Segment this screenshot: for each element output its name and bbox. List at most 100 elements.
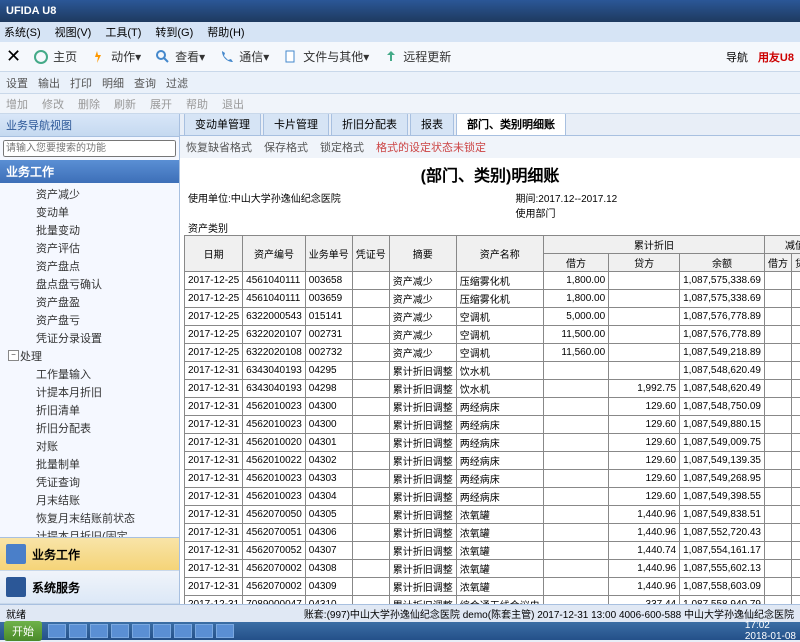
nav-tree[interactable]: 资产减少变动单批量变动资产评估资产盘点盘点盘亏确认资产盘盈资产盘亏凭证分录设置处… [0,183,179,537]
tool-detail[interactable]: 明细 [102,75,124,91]
tab[interactable]: 卡片管理 [263,114,329,135]
brand-label: 用友U8 [758,49,794,65]
tree-item[interactable]: 批量变动 [2,221,177,239]
task-item[interactable] [111,624,129,638]
menubar: 系统(S) 视图(V) 工具(T) 转到(G) 帮助(H) [0,22,800,42]
tool-output[interactable]: 输出 [38,75,60,91]
tree-item[interactable]: 折旧清单 [2,401,177,419]
tree-item[interactable]: 变动单 [2,203,177,221]
table-row[interactable]: 2017-12-31456207005104306累计折旧调整浓氧罐1,440.… [185,524,800,542]
update-button[interactable]: 远程更新 [383,48,451,65]
menu-view[interactable]: 视图(V) [55,24,92,40]
status-date: 2017-12-31 13:00 [537,610,616,621]
asset-type-label: 资产类别 [188,224,228,235]
tree-item[interactable]: 资产盘盈 [2,293,177,311]
tree-item[interactable]: 凭证查询 [2,473,177,491]
tree-item[interactable]: 凭证分录设置 [2,329,177,347]
tree-item[interactable]: 恢复月末结账前状态 [2,509,177,527]
task-item[interactable] [48,624,66,638]
search-icon [155,49,171,65]
table-row[interactable]: 2017-12-31456207005004305累计折旧调整浓氧罐1,440.… [185,506,800,524]
table-row[interactable]: 2017-12-31456207000204308累计折旧调整浓氧罐1,440.… [185,560,800,578]
menu-tools[interactable]: 工具(T) [105,24,141,40]
tree-item[interactable]: 资产评估 [2,239,177,257]
bolt-icon [91,49,107,65]
table-row[interactable]: 2017-12-31456201002304300累计折旧调整两经病床129.6… [185,416,800,434]
comm-button[interactable]: 通信▾ [219,48,269,65]
tool-expand[interactable]: 展开 [150,96,172,112]
task-item[interactable] [174,624,192,638]
sidebar-tab-business[interactable]: 业务工作 [0,538,179,571]
search-input[interactable] [3,140,176,157]
table-row[interactable]: 2017-12-254561040111003658资产减少压缩雾化机1,800… [185,272,800,290]
tab[interactable]: 变动单管理 [184,114,261,135]
file-icon [283,49,299,65]
tree-item[interactable]: 盘点盘亏确认 [2,275,177,293]
data-grid[interactable]: 日期资产编号业务单号凭证号摘要资产名称累计折旧减值准备借方贷方余额借方贷方余额 … [184,235,800,604]
tool-refresh[interactable]: 刷新 [114,96,136,112]
tab[interactable]: 折旧分配表 [331,114,408,135]
topbar: ✕ 主页 动作▾ 查看▾ 通信▾ 文件与其他▾ 远程更新 导航 用友U8 [0,42,800,72]
task-item[interactable] [216,624,234,638]
tree-item[interactable]: 资产减少 [2,185,177,203]
tree-item[interactable]: 批量制单 [2,455,177,473]
task-item[interactable] [69,624,87,638]
task-item[interactable] [132,624,150,638]
menu-system[interactable]: 系统(S) [4,24,41,40]
table-row[interactable]: 2017-12-31456207000204309累计折旧调整浓氧罐1,440.… [185,578,800,596]
table-row[interactable]: 2017-12-254561040111003659资产减少压缩雾化机1,800… [185,290,800,308]
tool-exit[interactable]: 退出 [222,96,244,112]
task-item[interactable] [195,624,213,638]
menu-help[interactable]: 帮助(H) [207,24,244,40]
tool-settings[interactable]: 设置 [6,75,28,91]
sidebar: 业务导航视图 业务工作 资产减少变动单批量变动资产评估资产盘点盘点盘亏确认资产盘… [0,114,180,604]
table-row[interactable]: 2017-12-31708900004704310累计折旧调整综合通无线会议电3… [185,596,800,605]
tree-item[interactable]: 计提本月折旧 [2,383,177,401]
tool-filter[interactable]: 过滤 [166,75,188,91]
tool-help[interactable]: 帮助 [186,96,208,112]
tree-item[interactable]: 工作量输入 [2,365,177,383]
tree-item[interactable]: 处理 [2,347,177,365]
tree-item[interactable]: 资产盘亏 [2,311,177,329]
restore-format[interactable]: 恢复缺省格式 [186,139,252,155]
tab[interactable]: 报表 [410,114,454,135]
tree-item[interactable]: 折旧分配表 [2,419,177,437]
tool-edit[interactable]: 修改 [42,96,64,112]
table-row[interactable]: 2017-12-31456201002304303累计折旧调整两经病床129.6… [185,470,800,488]
table-row[interactable]: 2017-12-31456201002304304累计折旧调整两经病床129.6… [185,488,800,506]
save-format[interactable]: 保存格式 [264,139,308,155]
lock-format[interactable]: 锁定格式 [320,139,364,155]
tool-print[interactable]: 打印 [70,75,92,91]
tree-item[interactable]: 对账 [2,437,177,455]
action-button[interactable]: 动作▾ [91,48,141,65]
sidebar-tab-system[interactable]: 系统服务 [0,571,179,604]
table-row[interactable]: 2017-12-31634304019304298累计折旧调整饮水机1,992.… [185,380,800,398]
task-item[interactable] [153,624,171,638]
tool-add[interactable]: 增加 [6,96,28,112]
close-icon[interactable]: ✕ [6,46,21,67]
nav-label[interactable]: 导航 [726,49,748,65]
table-row[interactable]: 2017-12-256322000543015141资产减少空调机5,000.0… [185,308,800,326]
tree-item[interactable]: 月末结账 [2,491,177,509]
home-button[interactable]: 主页 [33,48,77,65]
table-row[interactable]: 2017-12-31456207005204307累计折旧调整浓氧罐1,440.… [185,542,800,560]
table-row[interactable]: 2017-12-31456201002204302累计折旧调整两经病床129.6… [185,452,800,470]
table-row[interactable]: 2017-12-31634304019304295累计折旧调整饮水机1,087,… [185,362,800,380]
tab[interactable]: 部门、类别明细账 [456,114,566,135]
upload-icon [383,49,399,65]
start-button[interactable]: 开始 [4,621,42,641]
table-row[interactable]: 2017-12-256322020108002732资产减少空调机11,560.… [185,344,800,362]
menu-goto[interactable]: 转到(G) [155,24,193,40]
task-item[interactable] [90,624,108,638]
table-row[interactable]: 2017-12-31456201002004301累计折旧调整两经病床129.6… [185,434,800,452]
tool-delete[interactable]: 删除 [78,96,100,112]
view-button[interactable]: 查看▾ [155,48,205,65]
table-row[interactable]: 2017-12-256322020107002731资产减少空调机11,500.… [185,326,800,344]
files-button[interactable]: 文件与其他▾ [283,48,369,65]
toolbar-secondary: 增加 修改 删除 刷新 展开 帮助 退出 [0,94,800,114]
tool-query[interactable]: 查询 [134,75,156,91]
tree-item[interactable]: 资产盘点 [2,257,177,275]
report-dept: 使用部门 [516,209,556,220]
tree-item[interactable]: 计提本月折旧(固定... [2,527,177,537]
table-row[interactable]: 2017-12-31456201002304300累计折旧调整两经病床129.6… [185,398,800,416]
